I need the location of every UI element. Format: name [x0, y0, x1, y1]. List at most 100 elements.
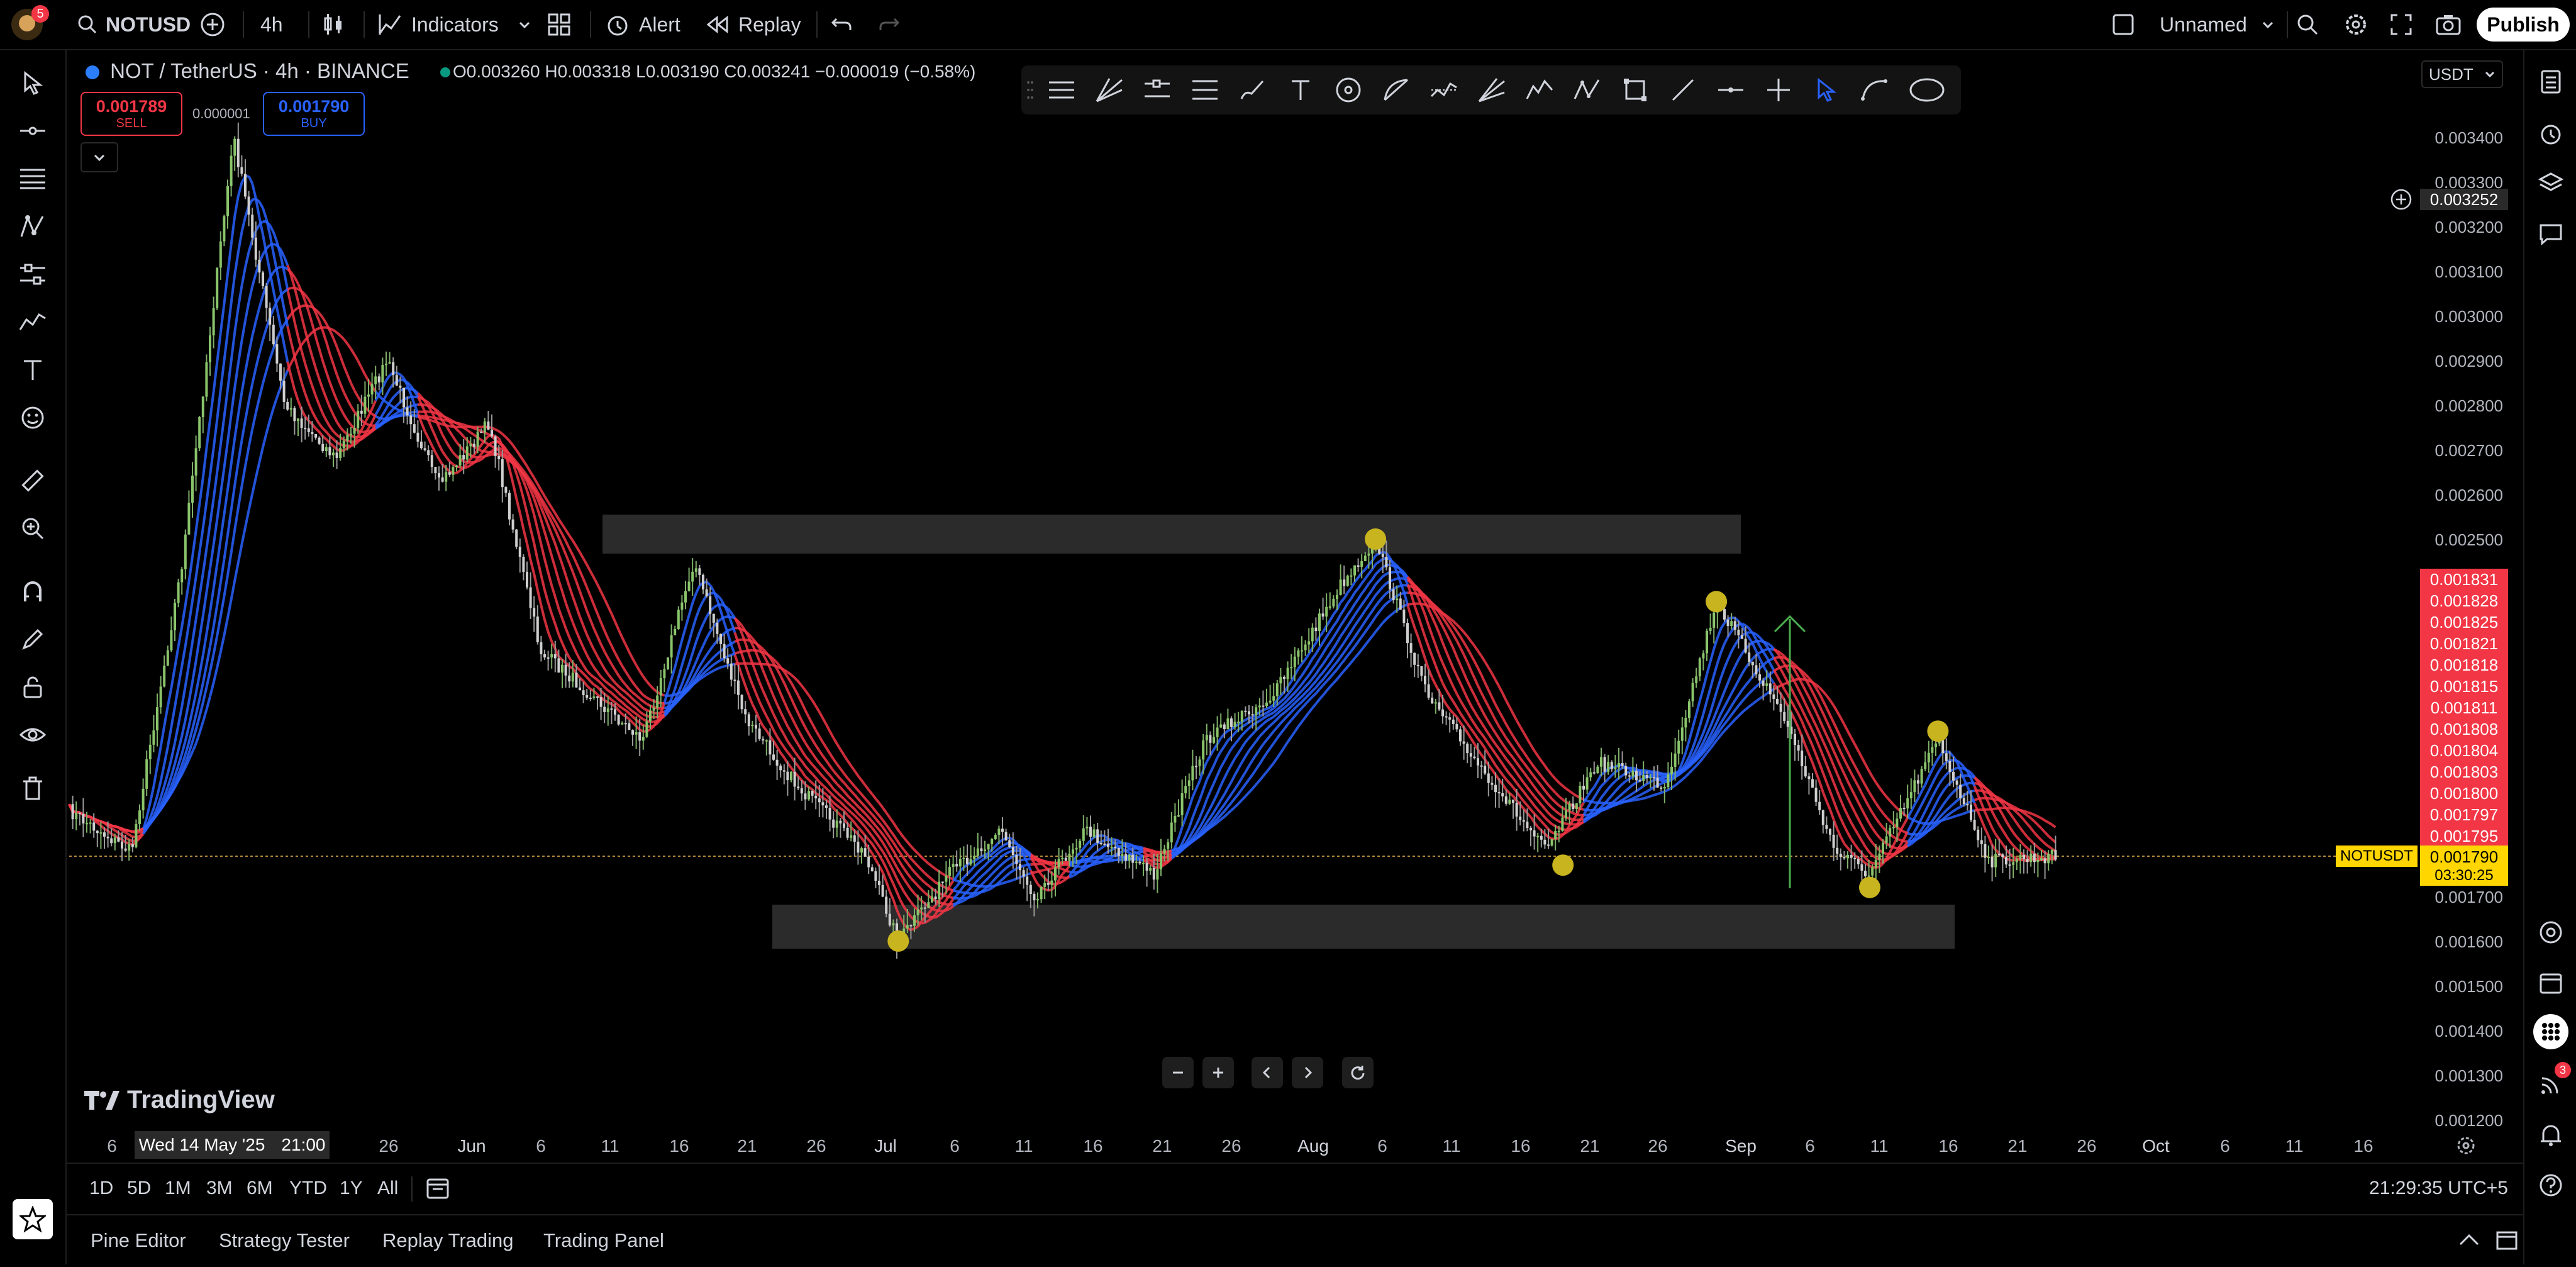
undo-button[interactable]: [830, 0, 853, 49]
ma-ribbon-segment: [1436, 625, 1440, 633]
ma-ribbon-segment: [1636, 795, 1640, 797]
text-tool[interactable]: [15, 352, 50, 388]
ma-ribbon-segment: [611, 614, 615, 622]
forecast-icon: [19, 263, 47, 286]
compare-symbol-button[interactable]: [200, 0, 225, 49]
measure-tool[interactable]: [15, 463, 50, 498]
chart-type-button[interactable]: [322, 0, 345, 49]
ma-ribbon-segment: [1531, 762, 1535, 767]
layout-select[interactable]: Unnamed: [2112, 0, 2275, 49]
watchlist-button[interactable]: [2533, 64, 2568, 99]
settings-button[interactable]: [2343, 0, 2368, 49]
user-menu[interactable]: 5: [11, 0, 43, 49]
object-tree-button[interactable]: [2533, 166, 2568, 201]
ma-ribbon-segment: [1094, 861, 1098, 862]
ma-ribbon-segment: [298, 370, 302, 382]
stay-in-drawing-mode[interactable]: [15, 622, 50, 657]
ma-ribbon-segment: [974, 880, 978, 884]
fullscreen-button[interactable]: [2390, 0, 2412, 49]
redo-button[interactable]: [878, 0, 901, 49]
ma-ribbon-segment: [971, 876, 975, 879]
ma-ribbon-segment: [1858, 772, 1862, 779]
pattern-tool[interactable]: [15, 209, 50, 244]
quick-search-button[interactable]: [2296, 0, 2319, 49]
ma-ribbon-segment: [848, 787, 852, 791]
ma-ribbon-segment: [1256, 764, 1260, 769]
products-button[interactable]: [2533, 1014, 2568, 1049]
replay-button[interactable]: Replay: [706, 0, 801, 49]
ma-ribbon-segment: [443, 435, 447, 441]
ma-ribbon-segment: [1872, 777, 1876, 783]
trend-line-tool[interactable]: [15, 113, 50, 148]
ma-ribbon-segment: [541, 490, 545, 496]
candle-body: [117, 837, 119, 842]
interval-button[interactable]: 4h: [260, 0, 283, 49]
ma-ribbon-segment: [1795, 696, 1799, 702]
icon-tool[interactable]: [15, 400, 50, 435]
ma-ribbon-segment: [936, 910, 940, 911]
ma-ribbon-segment: [1819, 720, 1823, 728]
ma-ribbon-segment: [1517, 720, 1521, 727]
cursor-tool[interactable]: [15, 65, 50, 101]
ma-ribbon-segment: [999, 851, 1002, 853]
ma-ribbon-segment: [1520, 778, 1524, 783]
publish-button[interactable]: Publish: [2477, 8, 2570, 42]
fib-tool[interactable]: [15, 161, 50, 196]
candle-body: [618, 715, 620, 724]
ma-ribbon-segment: [1478, 668, 1482, 675]
ma-ribbon-segment: [541, 605, 545, 620]
symbol-search[interactable]: NOTUSD: [77, 0, 191, 49]
favorites-button[interactable]: [13, 1199, 53, 1239]
hotlists-button[interactable]: [2533, 915, 2568, 950]
alerts-panel-button[interactable]: [2533, 116, 2568, 151]
support-zone[interactable]: [772, 905, 1955, 949]
forecast-tool[interactable]: [15, 257, 50, 292]
ma-ribbon-segment: [1446, 705, 1450, 710]
ma-ribbon-segment: [1640, 798, 1644, 799]
ma-ribbon-segment: [2028, 837, 2031, 841]
ma-ribbon-segment: [787, 741, 791, 746]
ma-ribbon-segment: [714, 605, 718, 608]
indicators-button[interactable]: Indicators: [377, 0, 531, 49]
ideas-stream-button[interactable]: 3: [2533, 1067, 2568, 1102]
ma-ribbon-segment: [1358, 605, 1362, 610]
notifications-button[interactable]: [2533, 1117, 2568, 1153]
ma-ribbon-segment: [1918, 805, 1922, 812]
zoom-tool[interactable]: [15, 511, 50, 546]
ma-ribbon-segment: [252, 274, 256, 286]
brush-tool[interactable]: [15, 304, 50, 340]
ma-ribbon-segment: [439, 459, 443, 465]
ma-ribbon-segment: [305, 295, 309, 299]
ma-ribbon-segment: [446, 420, 450, 421]
ma-ribbon-segment: [460, 432, 464, 437]
ma-ribbon-segment: [1432, 635, 1436, 645]
layouts-button[interactable]: [547, 0, 571, 49]
candle-body: [628, 723, 630, 730]
chevron-down-icon[interactable]: [518, 18, 531, 31]
ma-ribbon-segment: [189, 682, 192, 701]
chats-button[interactable]: [2533, 216, 2568, 252]
help-button[interactable]: [2533, 1168, 2568, 1203]
ma-ribbon-segment: [168, 759, 172, 773]
hide-drawings[interactable]: [15, 717, 50, 752]
magnet-tool[interactable]: [15, 574, 50, 609]
ma-ribbon-segment: [1721, 668, 1724, 678]
alert-button[interactable]: Alert: [605, 0, 680, 49]
ma-ribbon-segment: [527, 513, 531, 528]
ma-ribbon-segment: [1203, 815, 1207, 822]
lock-drawings[interactable]: [15, 669, 50, 705]
ma-ribbon-segment: [2028, 824, 2031, 828]
ma-ribbon-segment: [686, 615, 689, 628]
avatar[interactable]: 5: [11, 9, 43, 40]
ma-ribbon-segment: [1221, 761, 1224, 767]
remove-drawings[interactable]: [15, 771, 50, 807]
ma-ribbon-segment: [129, 835, 133, 837]
price-chart[interactable]: [67, 52, 2406, 1153]
ma-ribbon-segment: [1280, 747, 1284, 753]
left-drawing-toolbar: [0, 50, 67, 1264]
snapshot-button[interactable]: [2435, 0, 2462, 49]
calendar-button[interactable]: [2533, 965, 2568, 1000]
ma-ribbon-segment: [1975, 783, 1979, 784]
ma-ribbon-segment: [608, 674, 612, 679]
resistance-zone[interactable]: [602, 515, 1741, 554]
